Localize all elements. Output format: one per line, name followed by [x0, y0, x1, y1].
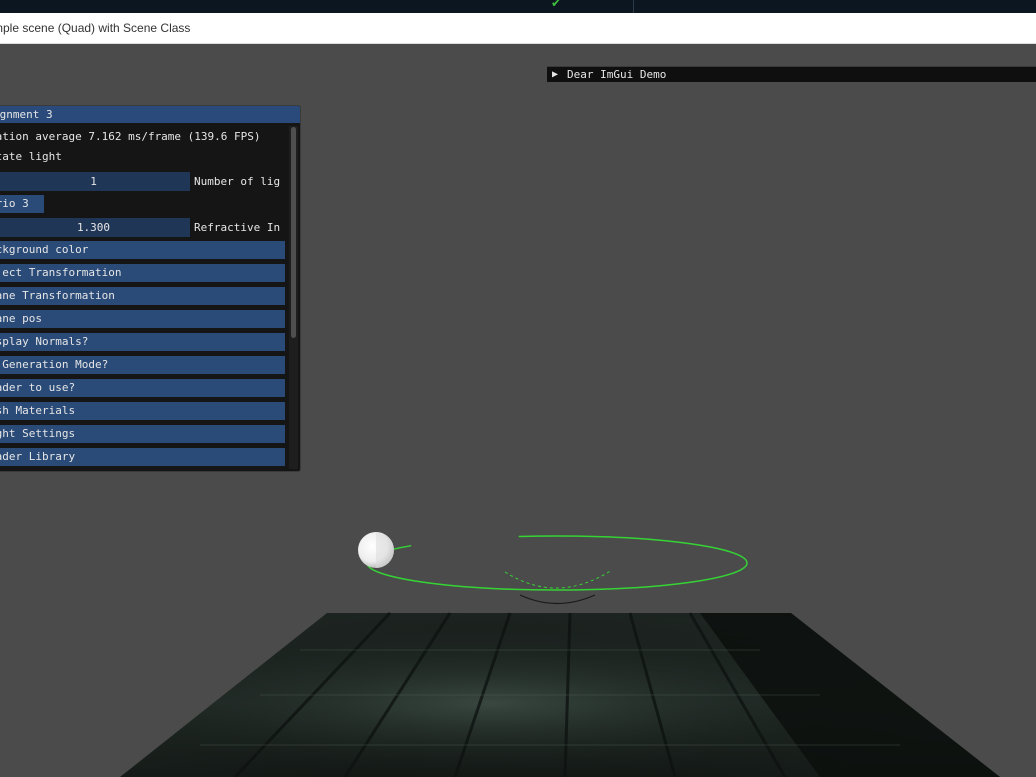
header-uv-generation-mode[interactable]: / Generation Mode?	[0, 356, 285, 374]
scenario-button[interactable]: ario 3	[0, 195, 44, 213]
assignment-panel[interactable]: ignment 3 cation average 7.162 ms/frame …	[0, 105, 301, 472]
header-plane-transformation[interactable]: lane Transformation	[0, 287, 285, 305]
taskbar: ✔ • • • • •• •	[0, 0, 1036, 13]
header-label: lane pos	[0, 312, 42, 325]
refractive-index-slider[interactable]: 1.300	[0, 218, 190, 237]
panel-title: ignment 3	[0, 108, 53, 121]
header-label: hader Library	[0, 450, 76, 463]
header-shader-to-use[interactable]: hader to use?	[0, 379, 285, 397]
check-icon: ✔	[551, 0, 562, 10]
imgui-demo-window[interactable]: ▶ Dear ImGui Demo	[547, 66, 1036, 82]
light-sphere	[358, 532, 394, 568]
header-mesh-materials[interactable]: esh Materials	[0, 402, 285, 420]
window-title: mple scene (Quad) with Scene Class	[0, 21, 191, 35]
header-label: ackground color	[0, 243, 89, 256]
header-object-transformation[interactable]: oject Transformation	[0, 264, 285, 282]
collapse-arrow-icon[interactable]: ▶	[552, 67, 558, 82]
panel-scrollbar-thumb[interactable]	[291, 127, 296, 338]
fps-text: cation average 7.162 ms/frame (139.6 FPS…	[0, 130, 261, 143]
panel-header[interactable]: ignment 3	[0, 106, 300, 123]
taskbar-icons: • • • • •• •	[688, 0, 784, 5]
header-label: lane Transformation	[0, 289, 115, 302]
scenario-button-label: ario 3	[0, 197, 29, 210]
header-shader-library[interactable]: hader Library	[0, 448, 285, 466]
floor-plane	[120, 611, 1000, 777]
header-label: / Generation Mode?	[0, 358, 109, 371]
taskbar-divider	[633, 0, 634, 13]
header-light-settings[interactable]: ight Settings	[0, 425, 285, 443]
header-display-normals[interactable]: isplay Normals?	[0, 333, 285, 351]
rotate-light-checkbox[interactable]: otate light	[0, 148, 62, 166]
light-orbit	[366, 535, 748, 604]
render-viewport[interactable]: ▶ Dear ImGui Demo ignment 3 cation avera…	[0, 44, 1036, 777]
header-label: ight Settings	[0, 427, 76, 440]
imgui-demo-title: Dear ImGui Demo	[567, 68, 667, 81]
light-count-label: Number of lig	[194, 175, 281, 188]
header-label: oject Transformation	[0, 266, 122, 279]
header-label: esh Materials	[0, 404, 76, 417]
header-plane-pos[interactable]: lane pos	[0, 310, 285, 328]
window-titlebar: mple scene (Quad) with Scene Class	[0, 13, 1036, 44]
header-label: isplay Normals?	[0, 335, 89, 348]
header-label: hader to use?	[0, 381, 76, 394]
light-count-slider[interactable]: 1	[0, 172, 190, 191]
refractive-index-label: Refractive In	[194, 221, 281, 234]
header-background-color[interactable]: ackground color	[0, 241, 285, 259]
